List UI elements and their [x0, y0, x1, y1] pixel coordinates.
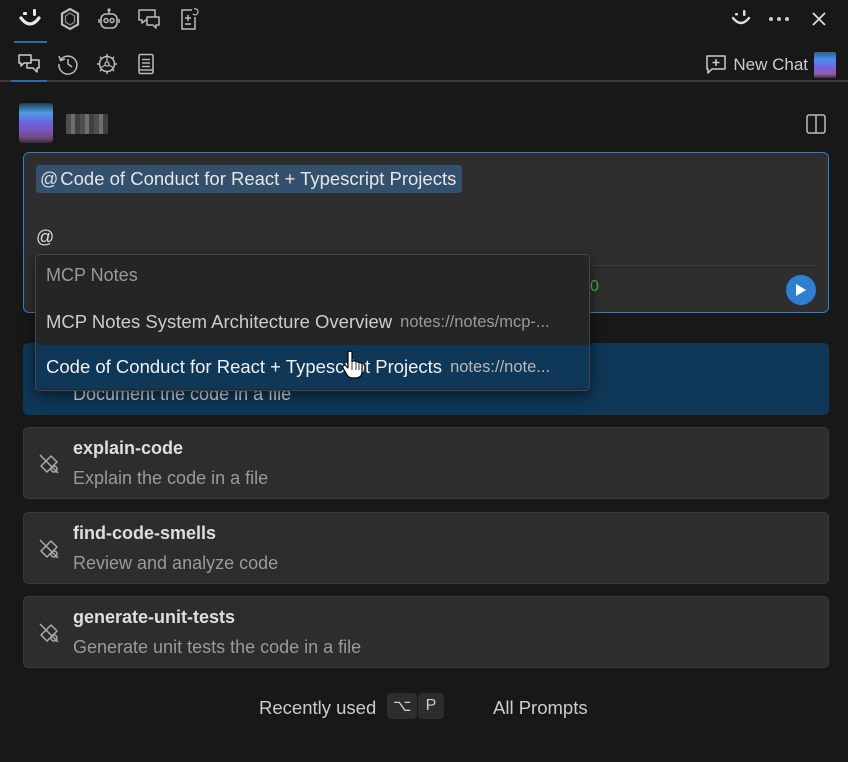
prompt-tool-icon: [37, 452, 61, 476]
context-chip-label: Code of Conduct for React + Typescript P…: [60, 168, 457, 189]
input-status-text: 0: [590, 278, 599, 295]
user-name-redacted: [66, 114, 108, 134]
mention-dropdown: MCP Notes MCP Notes System Architecture …: [35, 254, 590, 391]
clipboard-diff-icon[interactable]: [175, 5, 203, 33]
prompt-card-find-code-smells[interactable]: find-code-smells Review and analyze code: [23, 512, 829, 584]
dropdown-item-active[interactable]: Code of Conduct for React + Typescript P…: [36, 345, 589, 389]
top-active-indicator: [14, 41, 47, 43]
dropdown-item-label: Code of Conduct for React + Typescript P…: [46, 356, 443, 377]
prompt-tool-icon: [37, 537, 61, 561]
prompt-description: Explain the code in a file: [73, 468, 269, 488]
top-activity-bar: [0, 0, 848, 40]
prompt-footer: Recently used ⌥ P All Prompts: [0, 692, 848, 724]
split-view-icon[interactable]: [804, 112, 828, 136]
hand-cursor-icon: [342, 350, 364, 385]
prompt-title: explain-code: [73, 438, 184, 458]
dropdown-item[interactable]: MCP Notes System Architecture Overview n…: [36, 300, 589, 344]
dropdown-header: MCP Notes: [46, 265, 138, 285]
recently-used-label: Recently used: [259, 697, 377, 718]
robot-icon[interactable]: [95, 5, 123, 33]
smile-logo-icon[interactable]: [16, 6, 44, 32]
prompt-description: Review and analyze code: [73, 553, 279, 573]
more-icon[interactable]: [766, 6, 792, 32]
chat-bubbles-icon[interactable]: [135, 5, 163, 33]
new-chat-label: New Chat: [733, 55, 808, 74]
prompt-title: find-code-smells: [73, 523, 217, 543]
history-icon: [58, 55, 78, 75]
tab-active-indicator: [11, 80, 47, 82]
dropdown-item-uri: notes://notes/mcp-...: [400, 312, 550, 331]
tab-settings[interactable]: [93, 50, 121, 78]
tab-docs[interactable]: [132, 50, 160, 78]
at-mention-icon: @: [40, 168, 59, 189]
tab-history[interactable]: [54, 50, 82, 78]
settings-icon: [97, 54, 117, 74]
feedback-smile-icon[interactable]: [728, 6, 754, 32]
chat-icon: [18, 54, 40, 73]
close-icon[interactable]: [806, 6, 832, 32]
prompt-tool-icon: [37, 621, 61, 645]
dropdown-item-uri: notes://note...: [450, 357, 551, 376]
context-chip[interactable]: @ Code of Conduct for React + Typescript…: [36, 165, 463, 193]
dropdown-item-label: MCP Notes System Architecture Overview: [46, 311, 393, 332]
input-text[interactable]: @: [36, 227, 54, 248]
prompt-card-explain-code[interactable]: explain-code Explain the code in a file: [23, 427, 829, 499]
send-button[interactable]: [786, 275, 816, 305]
tab-chat[interactable]: [15, 50, 43, 78]
book-icon: [138, 53, 154, 75]
user-avatar: [19, 103, 53, 143]
prompt-description: Generate unit tests the code in a file: [73, 637, 362, 657]
shortcut-key-p: P: [418, 693, 444, 719]
prompt-card-generate-unit-tests[interactable]: generate-unit-tests Generate unit tests …: [23, 596, 829, 668]
account-avatar[interactable]: [814, 52, 836, 78]
all-prompts-link[interactable]: All Prompts: [493, 697, 588, 719]
shortcut-key-option: ⌥: [387, 693, 418, 719]
play-icon: [796, 284, 806, 296]
extensions-ring-icon[interactable]: [56, 5, 84, 33]
prompt-title: generate-unit-tests: [73, 607, 236, 627]
new-chat-icon: [706, 55, 727, 74]
new-chat-button[interactable]: New Chat: [705, 50, 836, 80]
